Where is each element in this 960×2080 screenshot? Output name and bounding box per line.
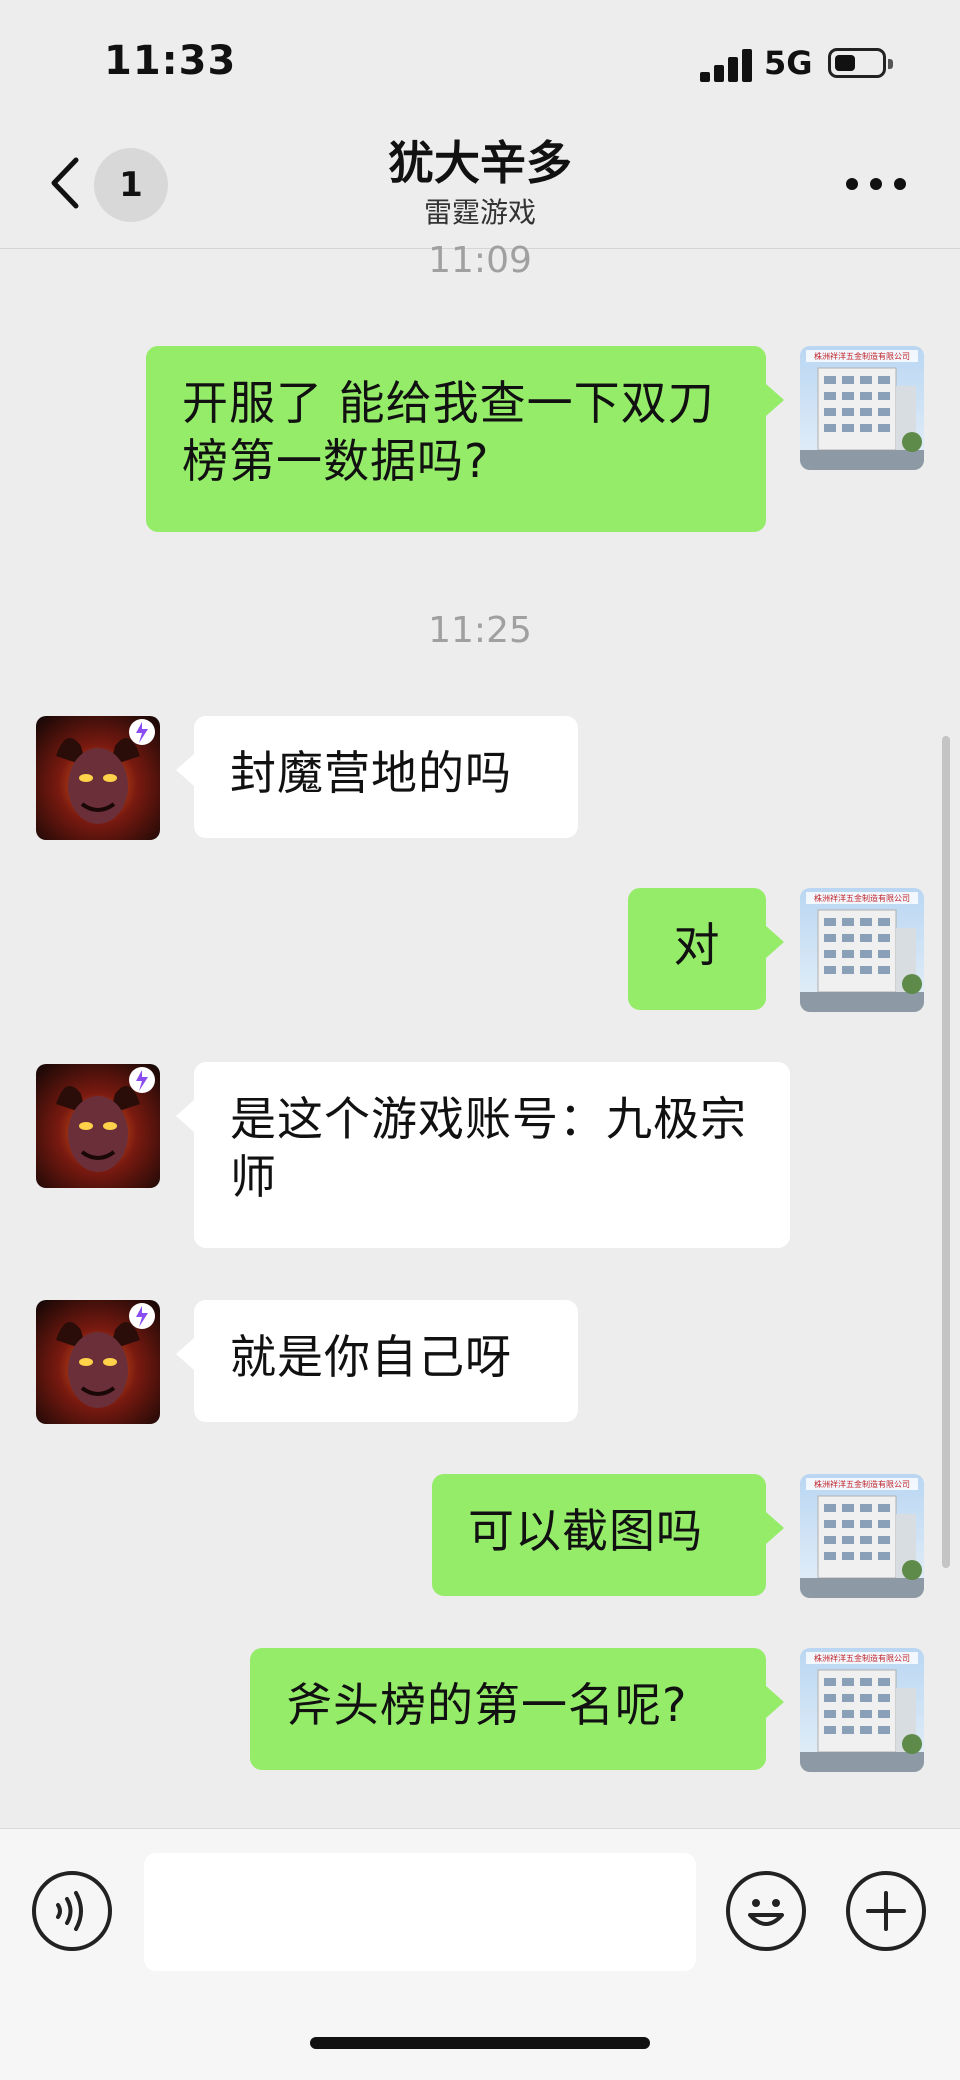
status-bar: 11:33 5G (0, 0, 960, 120)
more-options-icon[interactable] (846, 178, 906, 190)
chat-subtitle: 雷霆游戏 (423, 196, 536, 229)
sign-text: 株洲祥洋五金制造有限公司 (814, 1479, 910, 1489)
timestamp: 11:09 (428, 240, 532, 281)
sign-text: 株洲祥洋五金制造有限公司 (814, 1653, 910, 1663)
contact-avatar[interactable] (36, 1300, 160, 1424)
message-bubble-outgoing[interactable]: 对 (628, 888, 784, 1010)
scrollbar[interactable] (942, 736, 950, 1568)
contact-avatar[interactable] (36, 1064, 160, 1188)
message-bubble-outgoing[interactable]: 可以截图吗 (432, 1474, 784, 1596)
self-avatar[interactable]: 株洲祥洋五金制造有限公司 (800, 888, 924, 1012)
emoji-icon (748, 1899, 784, 1926)
sign-text: 株洲祥洋五金制造有限公司 (814, 351, 910, 361)
building-icon: 株洲祥洋五金制造有限公司 (800, 1474, 924, 1598)
chat-header: 1 犹大辛多 雷霆游戏 (0, 120, 960, 249)
building-icon: 株洲祥洋五金制造有限公司 (800, 346, 924, 470)
signal-icon (700, 48, 752, 82)
home-indicator[interactable] (310, 2037, 650, 2049)
voice-button[interactable] (32, 1871, 112, 1951)
status-time: 11:33 (104, 38, 237, 84)
message-bubble-incoming[interactable]: 就是你自己呀 (176, 1300, 578, 1422)
more-actions-button[interactable] (846, 1871, 926, 1951)
battery-icon (828, 48, 893, 78)
building-icon: 株洲祥洋五金制造有限公司 (800, 888, 924, 1012)
demon-game-avatar-icon (36, 1300, 160, 1424)
self-avatar[interactable]: 株洲祥洋五金制造有限公司 (800, 1474, 924, 1598)
timestamp: 11:25 (428, 610, 532, 651)
message-input[interactable] (144, 1853, 696, 1971)
building-icon: 株洲祥洋五金制造有限公司 (800, 1648, 924, 1772)
network-label: 5G (764, 44, 813, 82)
voice-icon (56, 1891, 83, 1931)
message-bubble-outgoing[interactable]: 开服了 能给我查一下双刀榜第一数据吗? (146, 346, 784, 532)
demon-game-avatar-icon (36, 716, 160, 840)
self-avatar[interactable]: 株洲祥洋五金制造有限公司 (800, 346, 924, 470)
self-avatar[interactable]: 株洲祥洋五金制造有限公司 (800, 1648, 924, 1772)
chat-title: 犹大辛多 (388, 136, 572, 190)
message-bubble-incoming[interactable]: 封魔营地的吗 (176, 716, 578, 838)
message-bubble-outgoing[interactable]: 斧头榜的第一名呢? (250, 1648, 784, 1770)
sign-text: 株洲祥洋五金制造有限公司 (814, 893, 910, 903)
demon-game-avatar-icon (36, 1064, 160, 1188)
plus-icon (866, 1891, 906, 1931)
emoji-button[interactable] (726, 1871, 806, 1951)
message-bubble-incoming[interactable]: 是这个游戏账号：九极宗师 (176, 1062, 790, 1248)
input-bar (0, 1828, 960, 2080)
battery-level (835, 55, 855, 71)
contact-avatar[interactable] (36, 716, 160, 840)
